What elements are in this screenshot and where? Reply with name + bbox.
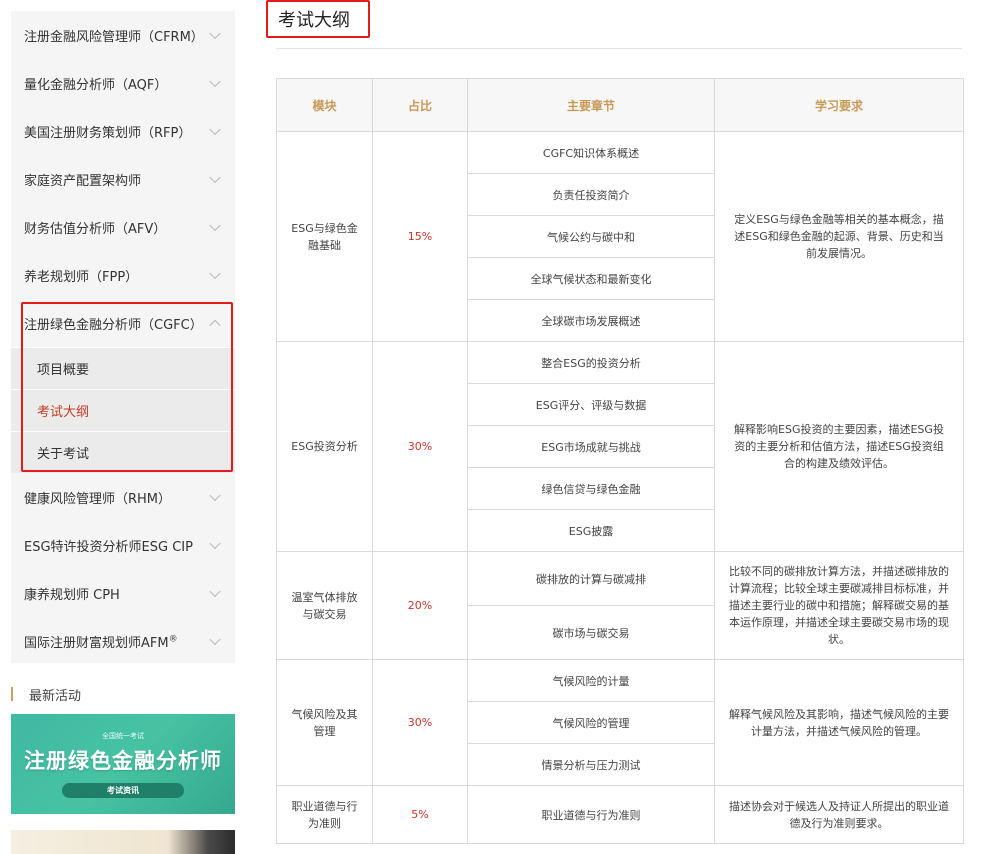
sidebar-item-family-asset[interactable]: 家庭资产配置架构师 (11, 155, 235, 203)
sidebar-item-label: 注册金融风险管理师（CFRM） (24, 29, 204, 45)
registered-mark: ® (168, 634, 178, 645)
table-row: 温室气体排放与碳交易 20% 碳排放的计算与碳减排 比较不同的碳排放计算方法，并… (276, 551, 964, 660)
promo-banner-cgfc[interactable]: 全国统一考试 注册绿色金融分析师 考试资讯 (11, 714, 235, 814)
chevron-down-icon (209, 537, 221, 550)
chapter-cell: 整合ESG的投资分析 (467, 341, 715, 384)
chapter-cell: 全球碳市场发展概述 (467, 299, 715, 342)
chapter-cell: 碳排放的计算与碳减排 (467, 551, 715, 606)
sidebar-item-afv[interactable]: 财务估值分析师（AFV） (11, 203, 235, 251)
sidebar-item-label: ESG特许投资分析师ESG CIP (24, 539, 193, 555)
chevron-down-icon (209, 489, 221, 502)
sidebar-item-afm[interactable]: 国际注册财富规划师AFM® (11, 617, 235, 665)
chapter-cell: 全球气候状态和最新变化 (467, 257, 715, 300)
title-divider (276, 48, 962, 49)
requirement-cell: 定义ESG与绿色金融等相关的基本概念，描述ESG和绿色金融的起源、背景、历史和当… (714, 131, 964, 342)
sidebar-item-cph[interactable]: 康养规划师 CPH (11, 569, 235, 617)
module-ratio: 5% (372, 785, 468, 844)
module-name: ESG投资分析 (276, 341, 373, 552)
module-name: 职业道德与行为准则 (276, 785, 373, 844)
table-header-row: 模块 占比 主要章节 学习要求 (276, 78, 964, 132)
banner-pill: 考试资讯 (62, 782, 184, 798)
chapter-cell: ESG评分、评级与数据 (467, 383, 715, 426)
sidebar-item-label: 康养规划师 CPH (24, 587, 120, 603)
news-heading-label: 最新活动 (29, 688, 82, 704)
sidebar-item-cgfc[interactable]: 注册绿色金融分析师（CGFC） (11, 299, 235, 347)
column-header: 主要章节 (467, 78, 715, 132)
sidebar-item-label: 养老规划师（FPP） (24, 269, 139, 285)
table-row: 气候风险及其管理 30% 气候风险的计量 解释气候风险及其影响，描述气候风险的主… (276, 659, 964, 786)
sidebar-item-esg-cip[interactable]: ESG特许投资分析师ESG CIP (11, 521, 235, 569)
module-name: 气候风险及其管理 (276, 659, 373, 786)
banner-title: 注册绿色金融分析师 (24, 748, 222, 773)
module-ratio: 30% (372, 659, 468, 786)
sidebar-item-label: 家庭资产配置架构师 (24, 173, 142, 189)
news-heading: 最新活动 (11, 686, 82, 704)
heading-accent-bar (11, 687, 13, 701)
chapter-cell: ESG市场成就与挑战 (467, 425, 715, 468)
module-name: 温室气体排放与碳交易 (276, 551, 373, 660)
chapter-cell: CGFC知识体系概述 (467, 131, 715, 174)
chevron-down-icon (209, 171, 221, 184)
chapter-cell: 气候风险的管理 (467, 701, 715, 744)
chapter-cell: 气候风险的计量 (467, 659, 715, 702)
sidebar: 注册金融风险管理师（CFRM） 量化金融分析师（AQF） 美国注册财务策划师（R… (11, 11, 235, 663)
sidebar-item-aqf[interactable]: 量化金融分析师（AQF） (11, 59, 235, 107)
chapter-cell: 绿色信贷与绿色金融 (467, 467, 715, 510)
chevron-down-icon (209, 585, 221, 598)
sidebar-item-rhm[interactable]: 健康风险管理师（RHM） (11, 473, 235, 521)
module-ratio: 15% (372, 131, 468, 342)
sidebar-item-label: 国际注册财富规划师AFM® (24, 632, 178, 651)
sidebar-item-cfrm[interactable]: 注册金融风险管理师（CFRM） (11, 11, 235, 59)
subnav-item-exam-outline[interactable]: 考试大纲 (11, 389, 235, 431)
chevron-up-icon (209, 319, 221, 332)
banner-subtitle: 全国统一考试 (102, 731, 144, 740)
chevron-down-icon (209, 75, 221, 88)
sidebar-item-rfp[interactable]: 美国注册财务策划师（RFP） (11, 107, 235, 155)
table-row: ESG投资分析 30% 整合ESG的投资分析 解释影响ESG投资的主要因素，描述… (276, 341, 964, 552)
requirement-cell: 解释气候风险及其影响，描述气候风险的主要计量方法，并描述气候风险的管理。 (714, 659, 964, 786)
sidebar-item-label: 量化金融分析师（AQF） (24, 77, 168, 93)
module-ratio: 30% (372, 341, 468, 552)
subnav-item-about-exam[interactable]: 关于考试 (11, 431, 235, 473)
chevron-down-icon (209, 123, 221, 136)
requirement-cell: 比较不同的碳排放计算方法，并描述碳排放的计算流程；比较全球主要碳减排目标标准，并… (714, 551, 964, 660)
chapter-cell: 碳市场与碳交易 (467, 605, 715, 660)
chevron-down-icon (209, 267, 221, 280)
chevron-down-icon (209, 27, 221, 40)
page-title: 考试大纲 (278, 10, 350, 31)
table-row: 职业道德与行为准则 5% 职业道德与行为准则 描述协会对于候选人及持证人所提出的… (276, 785, 964, 844)
chapter-cell: 负责任投资简介 (467, 173, 715, 216)
requirement-cell: 描述协会对于候选人及持证人所提出的职业道德及行为准则要求。 (714, 785, 964, 844)
chapter-cell: 职业道德与行为准则 (467, 785, 715, 844)
sidebar-subnav-cgfc: 项目概要 考试大纲 关于考试 (11, 347, 235, 473)
chapter-cell: 气候公约与碳中和 (467, 215, 715, 258)
module-ratio: 20% (372, 551, 468, 660)
table-row: ESG与绿色金融基础 15% CGFC知识体系概述 定义ESG与绿色金融等相关的… (276, 131, 964, 342)
sidebar-item-label: 注册绿色金融分析师（CGFC） (24, 317, 203, 333)
module-name: ESG与绿色金融基础 (276, 131, 373, 342)
sidebar-item-label: 健康风险管理师（RHM） (24, 491, 172, 507)
column-header: 学习要求 (714, 78, 964, 132)
chevron-down-icon (209, 633, 221, 646)
requirement-cell: 解释影响ESG投资的主要因素，描述ESG投资的主要分析和估值方法，描述ESG投资… (714, 341, 964, 552)
exam-outline-table: 模块 占比 主要章节 学习要求 ESG与绿色金融基础 15% CGFC知识体系概… (276, 78, 964, 844)
column-header: 占比 (372, 78, 468, 132)
promo-banner-secondary[interactable] (11, 830, 235, 854)
sidebar-item-label: 财务估值分析师（AFV） (24, 221, 167, 237)
sidebar-item-fpp[interactable]: 养老规划师（FPP） (11, 251, 235, 299)
page-title-box: 考试大纲 (266, 0, 370, 38)
subnav-item-overview[interactable]: 项目概要 (11, 347, 235, 389)
sidebar-item-label: 美国注册财务策划师（RFP） (24, 125, 192, 141)
afm-label-text: 国际注册财富规划师AFM (24, 635, 169, 651)
chevron-down-icon (209, 219, 221, 232)
chapter-cell: 情景分析与压力测试 (467, 743, 715, 786)
chapter-cell: ESG披露 (467, 509, 715, 552)
column-header: 模块 (276, 78, 373, 132)
